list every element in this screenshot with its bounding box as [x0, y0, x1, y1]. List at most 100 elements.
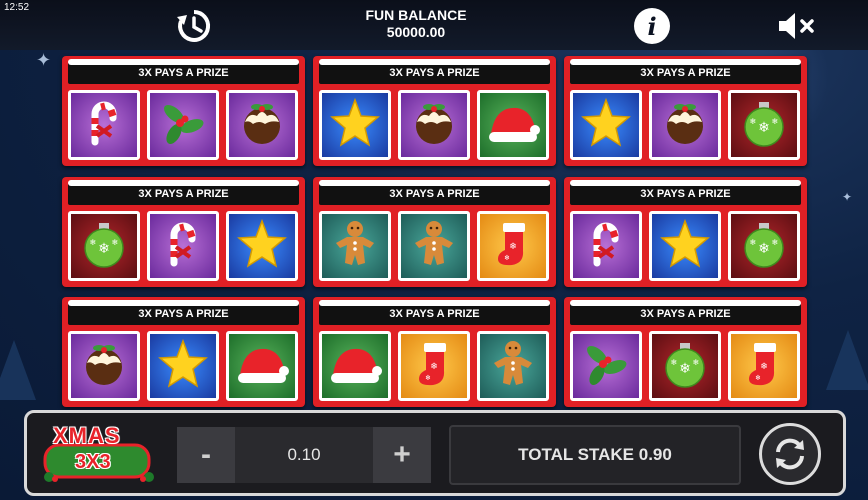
total-stake-display: TOTAL STAKE 0.90: [449, 425, 741, 485]
game-logo: XMAS 3X3: [39, 419, 159, 489]
scratch-card[interactable]: 3X PAYS A PRIZE ❄ ❄ ❄: [62, 177, 305, 287]
clock: 12:52: [4, 2, 30, 13]
scratch-card[interactable]: 3X PAYS A PRIZE: [62, 297, 305, 407]
balance-label: FUN BALANCE: [365, 7, 467, 23]
gingerbread-man-icon: [407, 217, 461, 276]
scratch-card[interactable]: 3X PAYS A PRIZE ❄ ❄ ❄: [564, 177, 807, 287]
card-banner: 3X PAYS A PRIZE: [68, 59, 299, 84]
symbol-tile[interactable]: [398, 90, 470, 160]
symbol-tile[interactable]: [477, 331, 549, 401]
svg-text:❄: ❄: [679, 361, 691, 377]
card-banner: 3X PAYS A PRIZE: [570, 180, 801, 205]
symbol-tile[interactable]: [319, 331, 391, 401]
star-icon: [235, 217, 289, 276]
santa-hat-icon: [483, 96, 543, 155]
info-button[interactable]: i: [634, 8, 670, 44]
holly-icon: [156, 96, 210, 155]
logo-title: XMAS: [53, 423, 121, 448]
symbol-tile[interactable]: [398, 211, 470, 281]
christmas-pudding-icon: [407, 96, 461, 155]
scratch-card[interactable]: 3X PAYS A PRIZE ❄ ❄: [313, 177, 556, 287]
gingerbread-man-icon: [328, 217, 382, 276]
symbol-tile[interactable]: ❄ ❄ ❄: [649, 331, 721, 401]
card-banner: 3X PAYS A PRIZE: [319, 59, 550, 84]
bauble-icon: ❄ ❄ ❄: [737, 217, 791, 276]
mute-button[interactable]: [776, 10, 816, 42]
card-banner: 3X PAYS A PRIZE: [68, 300, 299, 325]
christmas-pudding-icon: [77, 337, 131, 396]
card-banner: 3X PAYS A PRIZE: [319, 300, 550, 325]
santa-hat-icon: [325, 337, 385, 396]
play-button[interactable]: [759, 423, 821, 485]
stocking-icon: ❄ ❄: [737, 337, 791, 396]
symbol-tile[interactable]: [477, 90, 549, 160]
symbol-tile[interactable]: ❄ ❄: [728, 331, 800, 401]
star-icon: [328, 96, 382, 155]
stocking-icon: ❄ ❄: [407, 337, 461, 396]
info-icon: i: [647, 11, 657, 41]
logo-subtitle: 3X3: [75, 451, 111, 473]
spin-icon: [776, 438, 804, 470]
christmas-pudding-icon: [235, 96, 289, 155]
symbol-tile[interactable]: ❄ ❄ ❄: [68, 211, 140, 281]
scratch-card[interactable]: 3X PAYS A PRIZE ❄ ❄ ❄ ❄ ❄: [564, 297, 807, 407]
candy-cane-icon: [579, 217, 633, 276]
symbol-tile[interactable]: ❄ ❄ ❄: [728, 211, 800, 281]
symbol-tile[interactable]: [649, 90, 721, 160]
scratch-card[interactable]: 3X PAYS A PRIZE ❄ ❄ ❄: [564, 56, 807, 166]
increase-stake-button[interactable]: +: [373, 427, 431, 483]
svg-text:❄: ❄: [758, 120, 770, 136]
symbol-tile[interactable]: ❄ ❄: [398, 331, 470, 401]
christmas-pudding-icon: [658, 96, 712, 155]
history-icon: [177, 9, 211, 42]
svg-text:❄: ❄: [112, 238, 119, 247]
symbol-tile[interactable]: [147, 211, 219, 281]
symbol-tile[interactable]: [570, 90, 642, 160]
scratch-card[interactable]: 3X PAYS A PRIZE ❄ ❄: [313, 297, 556, 407]
star-icon: [658, 217, 712, 276]
card-banner: 3X PAYS A PRIZE: [319, 180, 550, 205]
svg-text:❄: ❄: [504, 254, 510, 262]
symbol-tile[interactable]: [226, 211, 298, 281]
bottom-control-bar: XMAS 3X3 - 0.10 + TOTAL STAKE 0.90: [24, 410, 846, 496]
svg-text:❄: ❄: [772, 117, 779, 126]
symbol-tile[interactable]: [649, 211, 721, 281]
svg-text:❄: ❄: [425, 374, 431, 382]
symbol-tile[interactable]: [570, 331, 642, 401]
card-banner: 3X PAYS A PRIZE: [68, 180, 299, 205]
stocking-icon: ❄ ❄: [486, 217, 540, 276]
symbol-tile[interactable]: ❄ ❄: [477, 211, 549, 281]
symbol-tile[interactable]: [147, 90, 219, 160]
svg-text:❄: ❄: [755, 374, 761, 382]
symbol-tile[interactable]: [68, 90, 140, 160]
history-button[interactable]: [174, 6, 214, 46]
scratch-card[interactable]: 3X PAYS A PRIZE: [62, 56, 305, 166]
symbol-tile[interactable]: [319, 211, 391, 281]
symbol-tile[interactable]: [226, 90, 298, 160]
bauble-icon: ❄ ❄ ❄: [737, 96, 791, 155]
symbol-tile[interactable]: [319, 90, 391, 160]
svg-text:❄: ❄: [772, 238, 779, 247]
svg-text:❄: ❄: [760, 362, 768, 372]
symbol-tile[interactable]: ❄ ❄ ❄: [728, 90, 800, 160]
decrease-stake-button[interactable]: -: [177, 427, 235, 483]
sparkle-icon: ✦: [36, 50, 52, 70]
svg-text:❄: ❄: [758, 241, 770, 257]
card-banner: 3X PAYS A PRIZE: [570, 59, 801, 84]
background-tree: [826, 330, 868, 390]
symbol-tile[interactable]: [68, 331, 140, 401]
symbol-tile[interactable]: [226, 331, 298, 401]
candy-cane-icon: [156, 217, 210, 276]
sparkle-icon: ✦: [842, 190, 853, 204]
symbol-tile[interactable]: [147, 331, 219, 401]
scratch-card[interactable]: 3X PAYS A PRIZE: [313, 56, 556, 166]
svg-text:❄: ❄: [671, 358, 678, 367]
svg-text:❄: ❄: [509, 242, 517, 252]
candy-cane-icon: [77, 96, 131, 155]
symbol-tile[interactable]: [570, 211, 642, 281]
background-tree: [0, 340, 36, 400]
stake-value: 0.10: [287, 445, 321, 464]
balance-display: FUN BALANCE 50000.00: [316, 7, 516, 41]
bauble-icon: ❄ ❄ ❄: [658, 337, 712, 396]
svg-text:❄: ❄: [98, 241, 110, 257]
